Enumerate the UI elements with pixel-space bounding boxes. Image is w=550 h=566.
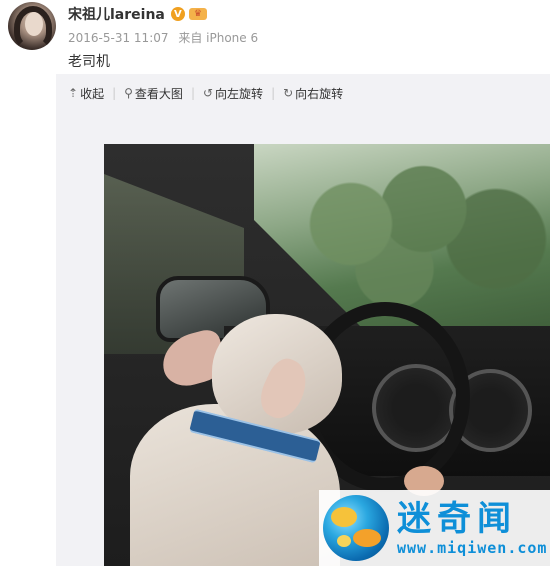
rotate-left-icon: ↺ xyxy=(202,86,214,100)
rotate-right-label: 向右旋转 xyxy=(295,86,344,101)
member-crown-icon: ♛ xyxy=(188,8,207,20)
collapse-up-icon: ⇡ xyxy=(68,86,79,100)
verified-badge-icon: V xyxy=(170,7,185,21)
watermark-title: 迷奇闻 xyxy=(397,499,517,539)
toolbar-divider: | xyxy=(190,86,195,100)
post-source: 来自 iPhone 6 xyxy=(178,31,259,45)
collapse-button[interactable]: ⇡ 收起 xyxy=(68,85,104,102)
post-meta: 2016-5-31 11:07 来自 iPhone 6 xyxy=(68,29,264,46)
rotate-right-button[interactable]: ↻ 向右旋转 xyxy=(283,85,343,102)
username-link[interactable]: 宋祖儿lareina xyxy=(68,4,165,24)
image-toolbar: ⇡ 收起 | ⚲ 查看大图 | ↺ 向左旋转 | ↻ 向右旋转 xyxy=(68,84,343,102)
post-header: 宋祖儿lareina V ♛ xyxy=(68,4,207,24)
toolbar-divider: | xyxy=(112,86,117,100)
globe-land xyxy=(353,529,381,547)
collapse-label: 收起 xyxy=(80,86,105,101)
watermark-url: www.miqiwen.com xyxy=(397,539,548,557)
view-large-button[interactable]: ⚲ 查看大图 xyxy=(124,85,183,102)
rotate-left-label: 向左旋转 xyxy=(215,86,264,101)
globe-logo-icon xyxy=(323,495,389,561)
avatar[interactable] xyxy=(8,2,56,50)
magnifier-icon: ⚲ xyxy=(124,86,133,100)
toolbar-divider: | xyxy=(271,86,276,100)
site-watermark: 迷奇闻 www.miqiwen.com xyxy=(319,490,550,566)
globe-land xyxy=(337,535,351,547)
view-large-label: 查看大图 xyxy=(134,86,183,101)
post-date[interactable]: 2016-5-31 11:07 xyxy=(68,31,169,45)
rotate-right-icon: ↻ xyxy=(283,86,294,100)
globe-land xyxy=(331,507,357,527)
post-text: 老司机 xyxy=(68,54,110,70)
avatar-face xyxy=(25,12,43,36)
rotate-left-button[interactable]: ↺ 向左旋转 xyxy=(203,85,263,102)
watermark-text: 迷奇闻 www.miqiwen.com xyxy=(397,499,547,557)
trees-outside xyxy=(264,164,550,314)
